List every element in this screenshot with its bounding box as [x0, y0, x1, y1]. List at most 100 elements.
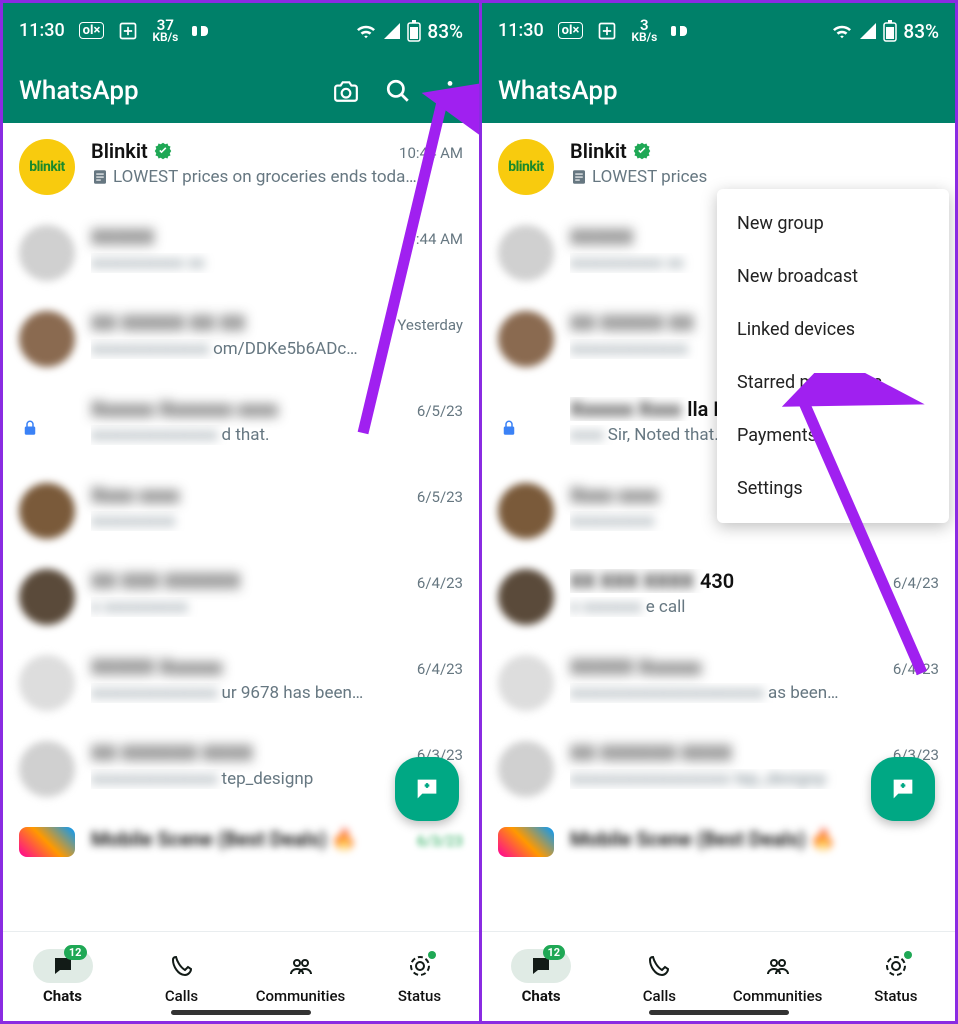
lock-icon	[21, 419, 39, 437]
nav-label: Chats	[522, 987, 561, 1005]
chat-name: Xxxx xxxx	[570, 483, 658, 507]
nav-label: Calls	[165, 987, 198, 1005]
olx-icon: ol×	[558, 22, 584, 39]
gesture-bar	[649, 1010, 789, 1015]
chat-name: XXXXX Xxxxxx	[570, 655, 702, 679]
nav-label: Communities	[256, 987, 346, 1005]
chat-name: XX XXX XXXX430	[570, 569, 734, 593]
chat-row[interactable]: XX XXX XXXXXX6/4/23 x xxxxxxxxxx	[3, 553, 479, 639]
app-bar: WhatsApp	[3, 59, 479, 123]
nav-chats[interactable]: 12 Chats	[482, 932, 600, 1021]
nav-status[interactable]: Status	[837, 932, 955, 1021]
avatar[interactable]	[498, 311, 554, 367]
chat-time: Yesterday	[397, 316, 463, 334]
chat-list[interactable]: blinkit Blinkit LOWEST prices XXXXXxxxxx…	[482, 123, 955, 931]
chat-preview: x xxxxxxxe call	[570, 597, 939, 617]
avatar[interactable]: blinkit	[19, 139, 75, 195]
chat-row[interactable]: Xxxx xxxx6/5/23 xxxxxxxxxx	[3, 467, 479, 553]
menu-linked-devices[interactable]: Linked devices	[717, 303, 949, 356]
chat-time: 6/5/23	[417, 402, 463, 420]
menu-starred-messages[interactable]: Starred messages	[717, 356, 949, 409]
avatar[interactable]	[498, 483, 554, 539]
chat-time: 6/4/23	[893, 660, 939, 678]
nav-label: Communities	[733, 987, 823, 1005]
verified-icon	[154, 142, 172, 160]
phone-left: 11:30 ol× 37KB/s 83% WhatsApp blinkit	[3, 3, 479, 1021]
chat-name: XX XXXXXX XXXX	[570, 741, 732, 765]
chat-row-blinkit[interactable]: blinkit Blinkit 10:44 AM LOWEST prices o…	[3, 123, 479, 209]
nav-chats[interactable]: 12 Chats	[3, 932, 122, 1021]
avatar[interactable]	[19, 225, 75, 281]
chat-row[interactable]: XXXXX Xxxxxx 6/4/23 xxxxxxxxxxxxxxxxxxxxx…	[482, 639, 955, 725]
nav-status[interactable]: Status	[360, 932, 479, 1021]
new-chat-fab[interactable]	[871, 757, 935, 821]
screenshot-icon	[118, 21, 138, 41]
app-bar: WhatsApp	[482, 59, 955, 123]
avatar[interactable]	[19, 741, 75, 797]
battery-percent: 83%	[427, 20, 463, 43]
chat-name: Mobile Scene (Best Deals) 🔥	[570, 827, 836, 851]
chat-name: XX XXX XXXXXX	[91, 569, 240, 593]
status-dot	[428, 951, 436, 959]
chat-time: 6/3/23	[417, 832, 463, 850]
nav-communities[interactable]: Communities	[719, 932, 837, 1021]
communities-icon	[766, 954, 790, 978]
menu-payments[interactable]: Payments	[717, 409, 949, 462]
nav-calls[interactable]: Calls	[600, 932, 718, 1021]
avatar[interactable]	[498, 225, 554, 281]
chat-time: 6/4/23	[417, 574, 463, 592]
signal-icon	[859, 22, 877, 40]
chat-row[interactable]: XX XXX XXXX430 6/4/23 x xxxxxxxe call	[482, 553, 955, 639]
menu-new-broadcast[interactable]: New broadcast	[717, 250, 949, 303]
menu-new-group[interactable]: New group	[717, 197, 949, 250]
avatar[interactable]	[498, 827, 554, 857]
avatar[interactable]	[19, 827, 75, 857]
chat-preview: xxxxxxxxxxxxxxxxxxxxxxxas been…	[570, 683, 939, 703]
camera-icon[interactable]	[333, 78, 359, 104]
avatar[interactable]	[498, 741, 554, 797]
status-bar: 11:30 ol× 37KB/s 83%	[3, 3, 479, 59]
chat-name: XX XXXXX XX	[570, 311, 694, 335]
avatar[interactable]	[498, 569, 554, 625]
chat-row[interactable]: Xxxxxx Xxxxxxx xxxx6/5/23 xxxxxxxxxxxxxx…	[3, 381, 479, 467]
battery-icon	[407, 20, 421, 42]
chat-time: 6/5/23	[417, 488, 463, 506]
chat-row[interactable]: XX XXXXX XX XXYesterday xxxxxxxxxxxxxxom…	[3, 295, 479, 381]
phone-right: 11:30 ol× 3KB/s 83% WhatsApp blinkit Bli…	[479, 3, 955, 1021]
menu-settings[interactable]: Settings	[717, 462, 949, 515]
id-icon	[671, 24, 693, 38]
chat-row[interactable]: XXXXX Xxxxxx6/4/23 xxxxxxxxxxxxxxxur 967…	[3, 639, 479, 725]
avatar[interactable]	[19, 483, 75, 539]
app-title: WhatsApp	[498, 76, 939, 106]
avatar[interactable]	[19, 655, 75, 711]
avatar[interactable]	[498, 655, 554, 711]
olx-icon: ol×	[79, 22, 105, 39]
new-chat-icon	[889, 775, 917, 803]
new-chat-fab[interactable]	[395, 757, 459, 821]
chat-preview: xxxxxxxxxxx xx	[91, 253, 463, 273]
nav-label: Chats	[43, 987, 82, 1005]
chat-time: 6/4/23	[893, 574, 939, 592]
chat-preview: LOWEST prices on groceries ends toda…	[91, 167, 463, 187]
search-icon[interactable]	[385, 78, 411, 104]
data-rate: 3KB/s	[631, 19, 657, 43]
nav-calls[interactable]: Calls	[122, 932, 241, 1021]
screenshot-icon	[597, 21, 617, 41]
document-icon	[570, 168, 588, 186]
lock-icon	[500, 419, 518, 437]
chat-row[interactable]: XXXXX9:44 AM xxxxxxxxxxx xx	[3, 209, 479, 295]
more-icon[interactable]	[437, 78, 463, 104]
status-dot	[904, 951, 912, 959]
avatar[interactable]	[19, 569, 75, 625]
wifi-icon	[355, 22, 377, 40]
chat-name: XXXXX	[570, 225, 633, 249]
nav-communities[interactable]: Communities	[241, 932, 360, 1021]
status-bar: 11:30 ol× 3KB/s 83%	[482, 3, 955, 59]
chat-name: Xxxxxx Xxxxxxx xxxx	[91, 397, 278, 421]
avatar[interactable]	[19, 311, 75, 367]
chat-list[interactable]: blinkit Blinkit 10:44 AM LOWEST prices o…	[3, 123, 479, 931]
wifi-icon	[831, 22, 853, 40]
chats-badge: 12	[543, 945, 566, 960]
avatar[interactable]: blinkit	[498, 139, 554, 195]
chat-time: 10:44 AM	[399, 144, 463, 162]
